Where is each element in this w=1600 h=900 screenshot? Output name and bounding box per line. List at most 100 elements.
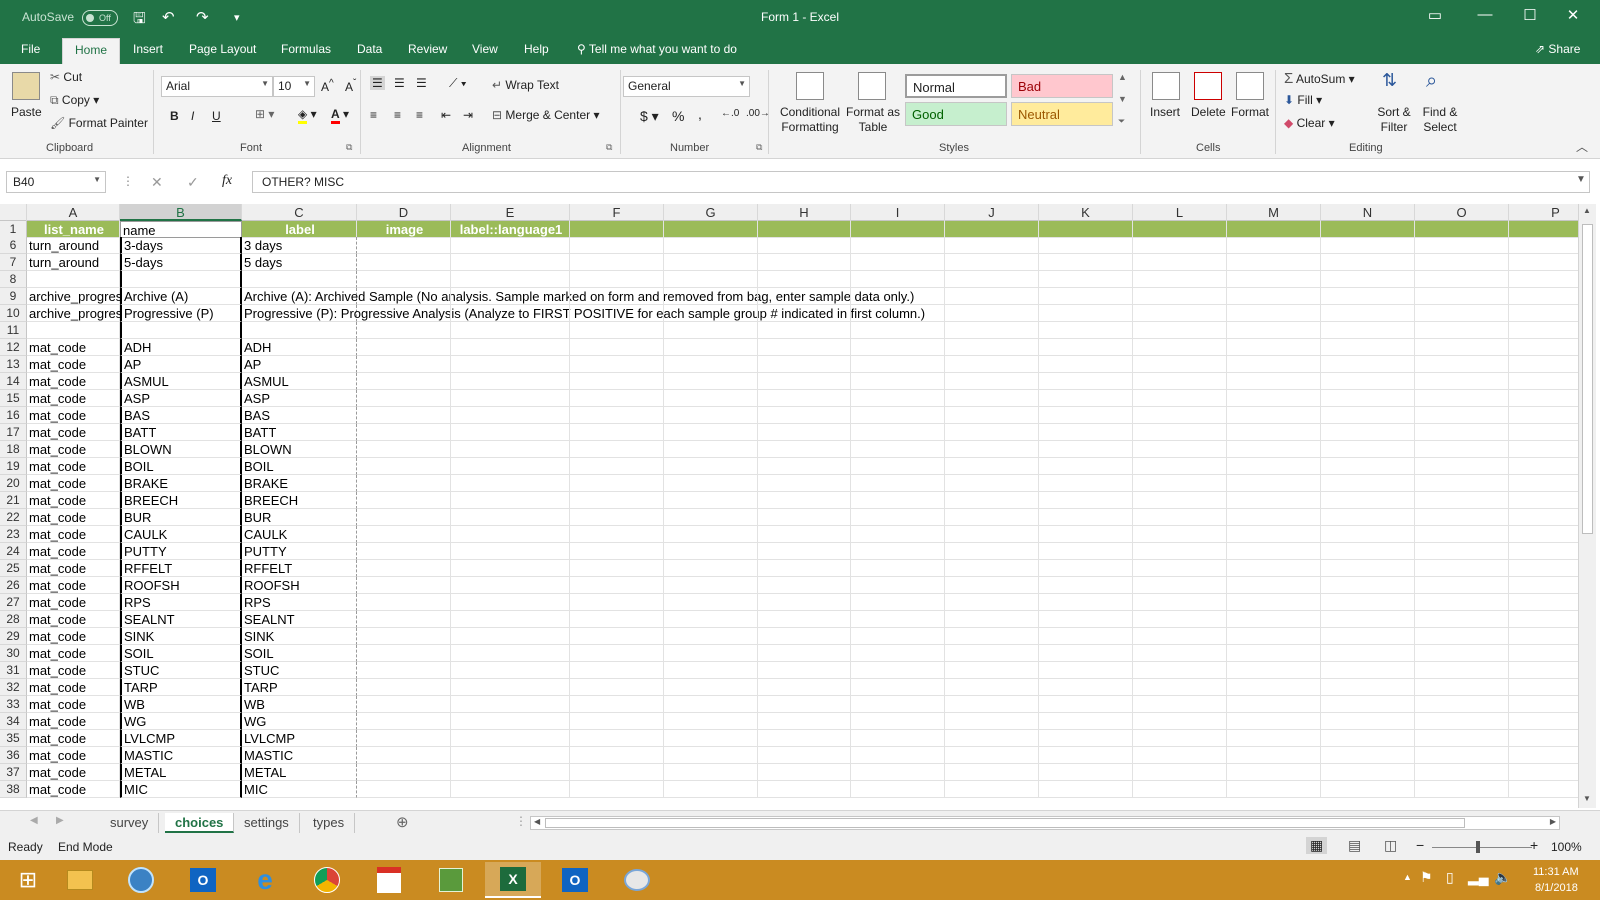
font-family-select[interactable]: Arial ▼ [161, 76, 273, 97]
file-explorer-icon[interactable] [52, 862, 108, 898]
cell-d[interactable] [357, 254, 451, 271]
cell-n[interactable] [1321, 679, 1415, 696]
cell-e[interactable] [451, 611, 570, 628]
cell-m[interactable] [1227, 560, 1321, 577]
cell-l[interactable] [1133, 441, 1227, 458]
row-number[interactable]: 34 [0, 713, 27, 730]
sort-filter-button[interactable]: Sort & Filter [1374, 105, 1414, 135]
cell-h[interactable] [758, 356, 851, 373]
cell-f[interactable] [570, 764, 664, 781]
minimize-icon[interactable]: — [1470, 6, 1500, 23]
cell-d[interactable] [357, 458, 451, 475]
paste-icon[interactable] [12, 72, 40, 100]
cell-o[interactable] [1415, 458, 1509, 475]
column-header-f[interactable]: F [570, 204, 664, 221]
cell-k[interactable] [1039, 271, 1133, 288]
cell-l[interactable] [1133, 543, 1227, 560]
worksheet-grid[interactable]: ABCDEFGHIJKLMNOP 1 list_name name label imag… [0, 204, 1578, 808]
number-dialog-launcher-icon[interactable]: ⧉ [756, 142, 762, 153]
cell-h[interactable] [758, 730, 851, 747]
cell-o[interactable] [1415, 679, 1509, 696]
cell-o[interactable] [1415, 526, 1509, 543]
cell-e[interactable] [451, 662, 570, 679]
cell-l[interactable] [1133, 356, 1227, 373]
cell-a[interactable]: mat_code [27, 373, 120, 390]
cell-l[interactable] [1133, 373, 1227, 390]
cell-h[interactable] [758, 305, 851, 322]
maximize-icon[interactable]: ☐ [1515, 6, 1545, 24]
row-number[interactable]: 25 [0, 560, 27, 577]
comma-button[interactable]: , [698, 106, 702, 122]
cell-k[interactable] [1039, 764, 1133, 781]
cell-f[interactable] [570, 747, 664, 764]
cell-b[interactable] [120, 271, 242, 288]
cell-o[interactable] [1415, 509, 1509, 526]
cell-k[interactable] [1039, 730, 1133, 747]
cell-b[interactable]: BUR [120, 509, 242, 526]
cell-o[interactable] [1415, 356, 1509, 373]
cell-i[interactable] [851, 730, 945, 747]
cell-p[interactable] [1509, 288, 1578, 305]
decrease-font-size-button[interactable]: Aˇ [345, 78, 356, 94]
cell-d[interactable] [357, 356, 451, 373]
cell-b[interactable]: Archive (A) [120, 288, 242, 305]
cell-h[interactable] [758, 747, 851, 764]
cell-i[interactable] [851, 441, 945, 458]
format-painter-button[interactable]: 🖌 Format Painter [50, 116, 148, 130]
cut-button[interactable]: ✂ Cut [50, 70, 82, 84]
cell-c[interactable]: SOIL [242, 645, 357, 662]
cell-b[interactable]: 5-days [120, 254, 242, 271]
cell-l[interactable] [1133, 407, 1227, 424]
cell-k[interactable] [1039, 696, 1133, 713]
cell-o[interactable] [1415, 781, 1509, 798]
cell-i[interactable] [851, 560, 945, 577]
cell-d[interactable] [357, 526, 451, 543]
cell-m[interactable] [1227, 221, 1321, 238]
cell-j[interactable] [945, 407, 1039, 424]
column-header-l[interactable]: L [1133, 204, 1227, 221]
cell-i[interactable] [851, 713, 945, 730]
cell-l[interactable] [1133, 594, 1227, 611]
cell-o[interactable] [1415, 390, 1509, 407]
cell-c[interactable]: BUR [242, 509, 357, 526]
cell-e[interactable] [451, 577, 570, 594]
cell-e[interactable] [451, 543, 570, 560]
cell-o[interactable] [1415, 373, 1509, 390]
cell-b[interactable]: Progressive (P) [120, 305, 242, 322]
cell-a[interactable]: mat_code [27, 458, 120, 475]
cell-j[interactable] [945, 526, 1039, 543]
cell-l[interactable] [1133, 322, 1227, 339]
cell-p[interactable] [1509, 645, 1578, 662]
cell-h[interactable] [758, 492, 851, 509]
row-number[interactable]: 16 [0, 407, 27, 424]
cell-m[interactable] [1227, 577, 1321, 594]
cell-c[interactable]: ASP [242, 390, 357, 407]
cell-c[interactable]: 3 days [242, 237, 357, 254]
tab-help[interactable]: Help [524, 42, 549, 56]
cell-c[interactable] [242, 322, 357, 339]
wrap-text-button[interactable]: ↵ Wrap Text [492, 78, 559, 92]
cell-n[interactable] [1321, 509, 1415, 526]
cell-k[interactable] [1039, 305, 1133, 322]
cell-j[interactable] [945, 577, 1039, 594]
row-number[interactable]: 12 [0, 339, 27, 356]
tab-formulas[interactable]: Formulas [281, 42, 331, 56]
cell-g[interactable] [664, 390, 758, 407]
cell-g[interactable] [664, 543, 758, 560]
vertical-scrollbar[interactable]: ▲ ▼ [1578, 204, 1596, 808]
cell-j[interactable] [945, 458, 1039, 475]
cell-o[interactable] [1415, 662, 1509, 679]
cell-l[interactable] [1133, 390, 1227, 407]
sheet-tab-choices[interactable]: choices [165, 813, 235, 833]
format-cells-icon[interactable] [1236, 72, 1264, 100]
cell-p[interactable] [1509, 679, 1578, 696]
cell-i[interactable] [851, 594, 945, 611]
cell-a[interactable]: mat_code [27, 679, 120, 696]
cell-h[interactable] [758, 764, 851, 781]
style-normal[interactable]: Normal [905, 74, 1007, 98]
copy-button[interactable]: ⧉ Copy ▾ [50, 93, 99, 108]
cell-o[interactable] [1415, 577, 1509, 594]
cell-f[interactable] [570, 441, 664, 458]
cell-n[interactable] [1321, 475, 1415, 492]
tab-review[interactable]: Review [408, 42, 447, 56]
